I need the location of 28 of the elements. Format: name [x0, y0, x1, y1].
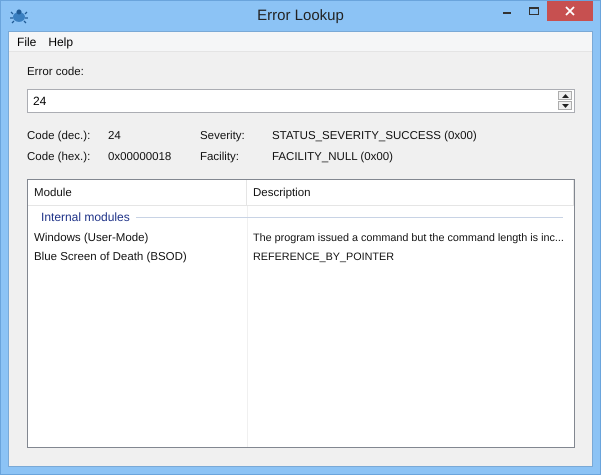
- detail-label: Code (hex.):: [27, 151, 90, 163]
- spin-down-button[interactable]: [558, 101, 572, 110]
- detail-value: 24: [108, 130, 121, 142]
- maximize-icon: [528, 6, 540, 16]
- detail-label: Severity:: [200, 130, 245, 142]
- table-cell-text: Windows (User-Mode): [33, 232, 148, 244]
- close-icon: [565, 6, 575, 16]
- table-cell-text: Blue Screen of Death (BSOD): [33, 250, 187, 262]
- close-button[interactable]: [547, 1, 593, 21]
- window-title: Error Lookup: [257, 7, 344, 24]
- error-code-field[interactable]: 24: [27, 89, 575, 113]
- column-header[interactable]: Module: [28, 180, 247, 205]
- menu-item[interactable]: Help: [42, 34, 80, 50]
- detail-value: FACILITY_NULL (0x00): [272, 151, 394, 163]
- column-header[interactable]: Description: [247, 180, 574, 205]
- bug-icon: [10, 8, 28, 24]
- table-cell: REFERENCE_BY_POINTER: [253, 250, 394, 262]
- up-arrow-icon: [562, 94, 568, 98]
- down-arrow-icon: [562, 104, 568, 108]
- table-cell: The program issued a command but the command length is inc...: [253, 232, 564, 244]
- detail-label: Facility:: [200, 151, 239, 163]
- detail-value: STATUS_SEVERITY_SUCCESS (0x00): [272, 130, 477, 142]
- group-header: Internal modules: [41, 210, 130, 224]
- spin-up-button[interactable]: [558, 91, 572, 100]
- detail-label: Code (dec.):: [27, 130, 90, 142]
- detail-value: 0x00000018: [108, 151, 172, 163]
- field-label: Error code:: [27, 66, 84, 78]
- menu-item[interactable]: File: [11, 34, 42, 50]
